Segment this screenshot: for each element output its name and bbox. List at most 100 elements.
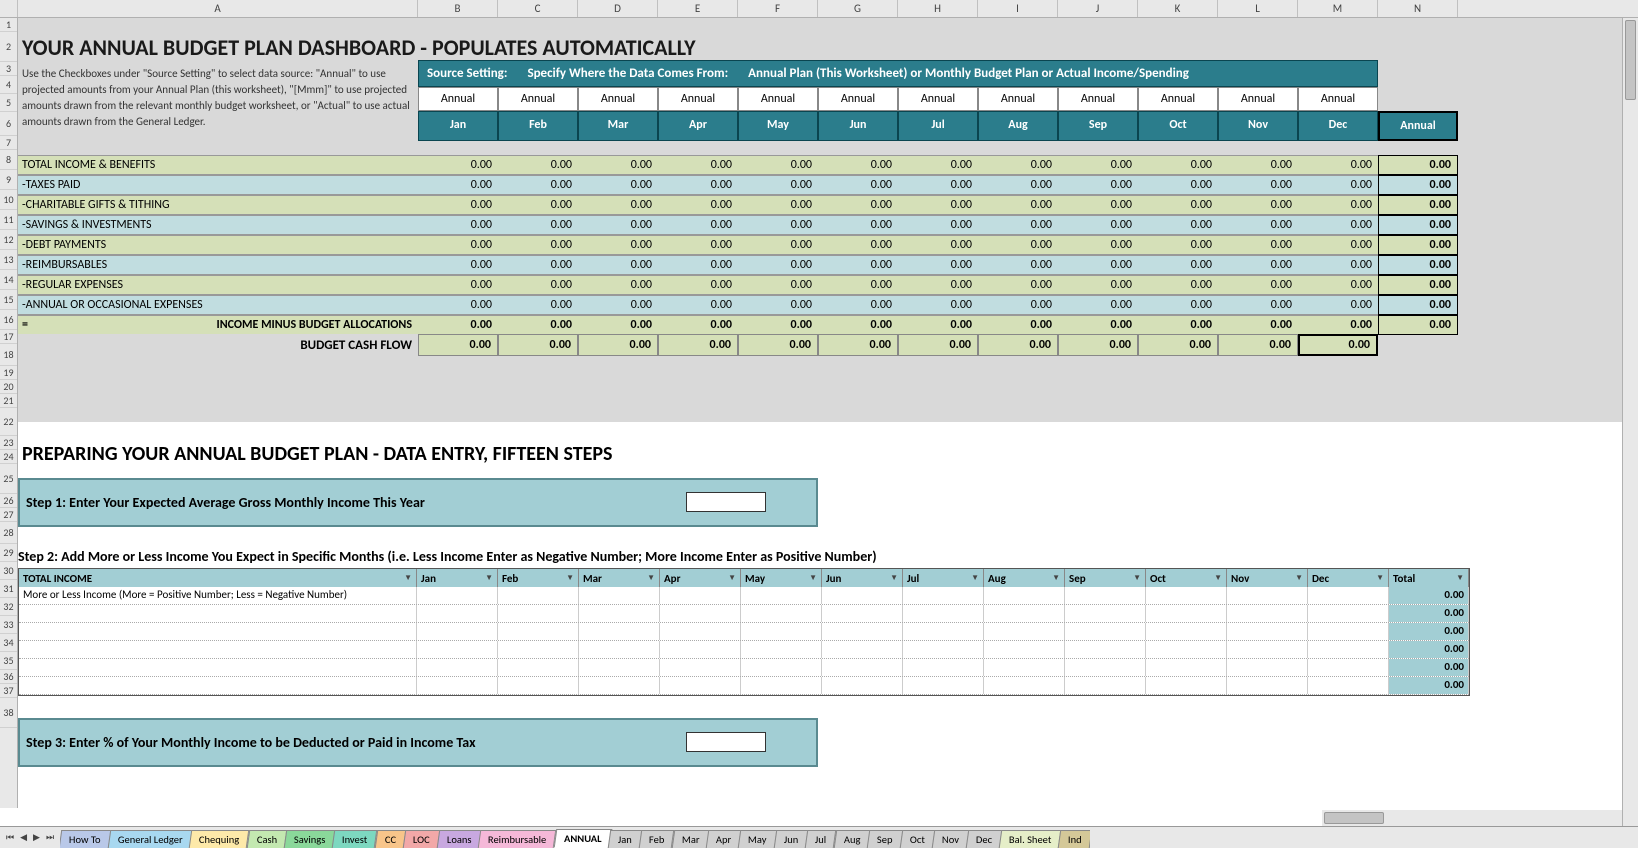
cell[interactable]: 0.00 bbox=[1058, 235, 1138, 255]
sheet-tab-reimbursable[interactable]: Reimbursable bbox=[478, 830, 557, 848]
step2-cell[interactable] bbox=[1308, 641, 1389, 658]
row-header-4[interactable]: 4 bbox=[0, 76, 17, 94]
sheet-tab-dec[interactable]: Dec bbox=[966, 830, 1003, 848]
cell[interactable]: 0.00 bbox=[498, 215, 578, 235]
source-setting-jun[interactable]: Annual bbox=[818, 87, 898, 111]
filter-dropdown-icon[interactable]: ▼ bbox=[485, 573, 493, 583]
cell[interactable]: 0.00 bbox=[898, 295, 978, 315]
cell[interactable]: 0.00 bbox=[418, 175, 498, 195]
step2-col-jan[interactable]: Jan▼ bbox=[417, 569, 498, 587]
cell[interactable]: 0.00 bbox=[1298, 215, 1378, 235]
sheet-tab-feb[interactable]: Feb bbox=[639, 830, 675, 848]
filter-dropdown-icon[interactable]: ▼ bbox=[1052, 573, 1060, 583]
step2-col-oct[interactable]: Oct▼ bbox=[1146, 569, 1227, 587]
col-header-J[interactable]: J bbox=[1058, 0, 1138, 17]
cell[interactable]: 0.00 bbox=[818, 155, 898, 175]
cell[interactable]: 0.00 bbox=[818, 195, 898, 215]
step2-desc[interactable]: More or Less Income (More = Positive Num… bbox=[19, 587, 417, 604]
step2-cell[interactable] bbox=[1227, 623, 1308, 640]
filter-dropdown-icon[interactable]: ▼ bbox=[1295, 573, 1303, 583]
cell[interactable]: 0.00 bbox=[418, 215, 498, 235]
row-header-20[interactable]: 20 bbox=[0, 380, 17, 394]
step2-col-may[interactable]: May▼ bbox=[741, 569, 822, 587]
step2-cell[interactable] bbox=[1227, 659, 1308, 676]
row-header-33[interactable]: 33 bbox=[0, 616, 17, 634]
step2-cell[interactable] bbox=[417, 641, 498, 658]
step2-cell[interactable] bbox=[903, 587, 984, 604]
row-header-12[interactable]: 12 bbox=[0, 230, 17, 250]
step2-cell[interactable] bbox=[903, 659, 984, 676]
step2-cell[interactable] bbox=[1146, 677, 1227, 694]
step2-cell[interactable] bbox=[1227, 605, 1308, 622]
cell[interactable]: 0.00 bbox=[898, 155, 978, 175]
col-header-N[interactable]: N bbox=[1378, 0, 1458, 17]
filter-dropdown-icon[interactable]: ▼ bbox=[809, 573, 817, 583]
step2-col-apr[interactable]: Apr▼ bbox=[660, 569, 741, 587]
cell[interactable]: 0.00 bbox=[1218, 175, 1298, 195]
cell[interactable]: 0.00 bbox=[898, 275, 978, 295]
step2-cell[interactable] bbox=[417, 623, 498, 640]
source-setting-oct[interactable]: Annual bbox=[1138, 87, 1218, 111]
row-header-31[interactable]: 31 bbox=[0, 580, 17, 598]
step2-cell[interactable] bbox=[1308, 587, 1389, 604]
cell[interactable]: 0.00 bbox=[1298, 195, 1378, 215]
step2-cell[interactable] bbox=[984, 605, 1065, 622]
col-header-L[interactable]: L bbox=[1218, 0, 1298, 17]
cell[interactable]: 0.00 bbox=[418, 155, 498, 175]
cell[interactable]: 0.00 bbox=[498, 295, 578, 315]
source-setting-mar[interactable]: Annual bbox=[578, 87, 658, 111]
col-header-K[interactable]: K bbox=[1138, 0, 1218, 17]
cell[interactable]: 0.00 bbox=[818, 275, 898, 295]
step2-cell[interactable] bbox=[660, 587, 741, 604]
step2-cell[interactable] bbox=[1065, 659, 1146, 676]
cell[interactable]: 0.00 bbox=[1138, 215, 1218, 235]
source-setting-jul[interactable]: Annual bbox=[898, 87, 978, 111]
cell[interactable]: 0.00 bbox=[1058, 155, 1138, 175]
cell[interactable]: 0.00 bbox=[738, 215, 818, 235]
cell[interactable]: 0.00 bbox=[498, 175, 578, 195]
row-header-38[interactable]: 38 bbox=[0, 698, 17, 728]
filter-dropdown-icon[interactable]: ▼ bbox=[890, 573, 898, 583]
col-header-A[interactable]: A bbox=[18, 0, 418, 17]
step2-col-jun[interactable]: Jun▼ bbox=[822, 569, 903, 587]
row-header-8[interactable]: 8 bbox=[0, 150, 17, 170]
step2-cell[interactable] bbox=[1227, 677, 1308, 694]
step2-cell[interactable] bbox=[498, 623, 579, 640]
cell[interactable]: 0.00 bbox=[1218, 295, 1298, 315]
cell[interactable]: 0.00 bbox=[658, 175, 738, 195]
filter-dropdown-icon[interactable]: ▼ bbox=[647, 573, 655, 583]
row-header-29[interactable]: 29 bbox=[0, 544, 17, 562]
sheet-tab-jan[interactable]: Jan bbox=[608, 830, 642, 848]
source-setting-sep[interactable]: Annual bbox=[1058, 87, 1138, 111]
step2-cell[interactable] bbox=[1308, 677, 1389, 694]
cell[interactable]: 0.00 bbox=[978, 195, 1058, 215]
sheet-tab-how-to[interactable]: How To bbox=[60, 830, 111, 848]
filter-dropdown-icon[interactable]: ▼ bbox=[1456, 573, 1464, 583]
row-header-23[interactable]: 23 bbox=[0, 436, 17, 450]
step2-cell[interactable] bbox=[1146, 605, 1227, 622]
row-header-32[interactable]: 32 bbox=[0, 598, 17, 616]
row-header-19[interactable]: 19 bbox=[0, 366, 17, 380]
step2-cell[interactable] bbox=[1065, 641, 1146, 658]
cell[interactable]: 0.00 bbox=[738, 275, 818, 295]
step2-cell[interactable] bbox=[1065, 623, 1146, 640]
sheet-tab-cc[interactable]: CC bbox=[374, 830, 406, 848]
step2-cell[interactable] bbox=[822, 605, 903, 622]
step2-cell[interactable] bbox=[417, 677, 498, 694]
cell[interactable]: 0.00 bbox=[658, 255, 738, 275]
row-header-27[interactable]: 27 bbox=[0, 508, 17, 522]
sheet-tab-sep[interactable]: Sep bbox=[867, 830, 903, 848]
step2-cell[interactable] bbox=[1227, 587, 1308, 604]
cell[interactable]: 0.00 bbox=[898, 255, 978, 275]
step2-desc[interactable] bbox=[19, 641, 417, 658]
row-header-18[interactable]: 18 bbox=[0, 344, 17, 366]
cell[interactable]: 0.00 bbox=[818, 295, 898, 315]
step2-cell[interactable] bbox=[498, 605, 579, 622]
sheet-tab-aug[interactable]: Aug bbox=[833, 830, 870, 848]
tab-nav-icon[interactable]: ⏮ bbox=[4, 832, 16, 843]
step2-cell[interactable] bbox=[579, 623, 660, 640]
col-header-M[interactable]: M bbox=[1298, 0, 1378, 17]
source-setting-feb[interactable]: Annual bbox=[498, 87, 578, 111]
cell[interactable]: 0.00 bbox=[1298, 255, 1378, 275]
sheet-tab-savings[interactable]: Savings bbox=[284, 830, 336, 848]
